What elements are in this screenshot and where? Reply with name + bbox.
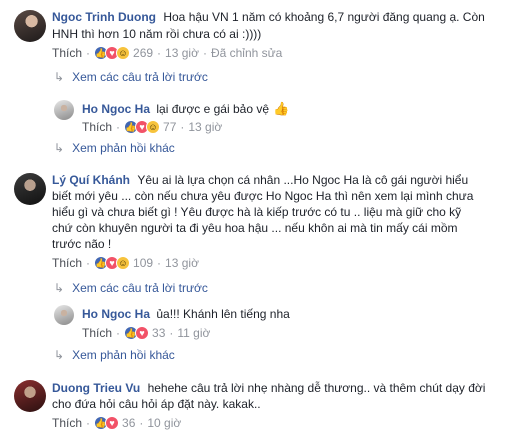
comment-author[interactable]: Ngoc Trinh Duong <box>52 10 156 24</box>
comment-text-line: cho đứa hỏi câu hỏi áp đặt này. kakak.. <box>52 397 261 411</box>
comment-meta: Thích · 👍 ♥ ☺ 269 · 13 giờ · Đã chỉnh sử… <box>52 46 282 60</box>
like-link[interactable]: Thích <box>82 120 112 134</box>
reply-arrow-icon: ↳ <box>54 281 65 295</box>
separator: · <box>157 256 162 270</box>
avatar[interactable] <box>14 10 46 42</box>
comment-text-line: biết mới yêu ... còn nếu chưa yêu được H… <box>52 189 474 203</box>
comment-text-line: chứ còn khuyên người ta đi yêu hoa hậu .… <box>52 221 458 235</box>
separator: · <box>157 46 162 60</box>
separator: · <box>116 326 121 340</box>
comment-meta: Thích · 👍 ♥ ☺ 77 · 13 giờ <box>82 120 222 134</box>
avatar[interactable] <box>54 100 74 120</box>
reply-arrow-icon: ↳ <box>54 348 65 362</box>
separator: · <box>169 326 174 340</box>
love-reaction-icon: ♥ <box>135 326 150 340</box>
reaction-count[interactable]: 36 <box>122 416 135 430</box>
like-link[interactable]: Thích <box>52 416 82 430</box>
separator: · <box>180 120 185 134</box>
reply-arrow-icon: ↳ <box>54 141 65 155</box>
reaction-icons[interactable]: 👍 ♥ ☺ <box>124 120 161 134</box>
comment-text-line: hiểu gì và chưa biết gì ! Yêu được hà là… <box>52 205 462 219</box>
timestamp[interactable]: 13 giờ <box>165 256 199 270</box>
comment-text-line: hehehe câu trả lời nhẹ nhàng dễ thương..… <box>147 381 486 395</box>
timestamp[interactable]: 10 giờ <box>147 416 181 430</box>
comment-author[interactable]: Lý Quí Khánh <box>52 173 130 187</box>
view-previous-replies-label[interactable]: Xem các câu trả lời trước <box>72 281 208 295</box>
view-more-replies-label[interactable]: Xem phản hồi khác <box>72 348 175 362</box>
view-more-replies-label[interactable]: Xem phản hồi khác <box>72 141 175 155</box>
reaction-icons[interactable]: 👍 ♥ ☺ <box>94 46 131 60</box>
reply-arrow-icon: ↳ <box>54 70 65 84</box>
comment-body: Ngoc Trinh Duong Hoa hậu VN 1 năm có kho… <box>52 9 485 25</box>
comment-body: Lý Quí Khánh Yêu ai là lựa chọn cá nhân … <box>52 172 468 188</box>
reaction-icons[interactable]: 👍 ♥ <box>94 416 120 430</box>
avatar[interactable] <box>54 305 74 325</box>
view-previous-replies-label[interactable]: Xem các câu trả lời trước <box>72 70 208 84</box>
thumbs-up-emoji-icon: 👍 <box>273 101 290 116</box>
timestamp[interactable]: 11 giờ <box>177 326 210 340</box>
avatar[interactable] <box>14 173 46 205</box>
like-link[interactable]: Thích <box>52 46 82 60</box>
timestamp[interactable]: 13 giờ <box>188 120 222 134</box>
reaction-count[interactable]: 33 <box>152 326 165 340</box>
comment-text-line: Hoa hậu VN 1 năm có khoảng 6,7 người đăn… <box>163 10 485 24</box>
separator: · <box>202 46 207 60</box>
comment-text-line: trước não ! <box>52 237 112 251</box>
view-previous-replies[interactable]: ↳ Xem các câu trả lời trước <box>54 70 208 84</box>
comment-text-line: Yêu ai là lựa chọn cá nhân ...Ho Ngoc Ha… <box>137 173 469 187</box>
comment-text: lại được e gái bảo vệ <box>156 102 269 116</box>
like-link[interactable]: Thích <box>82 326 112 340</box>
reaction-count[interactable]: 269 <box>133 46 153 60</box>
timestamp[interactable]: 13 giờ <box>165 46 199 60</box>
reaction-count[interactable]: 77 <box>163 120 176 134</box>
view-previous-replies[interactable]: ↳ Xem các câu trả lời trước <box>54 281 208 295</box>
comment-body: Ho Ngoc Ha lại được e gái bảo vệ 👍 <box>82 101 289 117</box>
comment-text-line: HNH thì hơn 10 năm rồi chưa có ai :)))) <box>52 27 262 41</box>
haha-reaction-icon: ☺ <box>116 256 131 270</box>
edited-label[interactable]: Đã chỉnh sửa <box>211 46 282 60</box>
comment-meta: Thích · 👍 ♥ ☺ 109 · 13 giờ <box>52 256 199 270</box>
separator: · <box>139 416 144 430</box>
separator: · <box>86 416 91 430</box>
separator: · <box>86 46 91 60</box>
haha-reaction-icon: ☺ <box>116 46 131 60</box>
comment-author[interactable]: Duong Trieu Vu <box>52 381 140 395</box>
comment-meta: Thích · 👍 ♥ 33 · 11 giờ <box>82 326 210 340</box>
reaction-icons[interactable]: 👍 ♥ <box>124 326 150 340</box>
comment-meta: Thích · 👍 ♥ 36 · 10 giờ <box>52 416 181 430</box>
like-link[interactable]: Thích <box>52 256 82 270</box>
comment-text: ủa!!! Khánh lên tiếng nha <box>156 307 290 321</box>
haha-reaction-icon: ☺ <box>146 120 161 134</box>
comment-body: Ho Ngoc Ha ủa!!! Khánh lên tiếng nha <box>82 306 290 322</box>
view-more-replies[interactable]: ↳ Xem phản hồi khác <box>54 141 175 155</box>
comment-body: Duong Trieu Vu hehehe câu trả lời nhẹ nh… <box>52 380 485 396</box>
comment-author[interactable]: Ho Ngoc Ha <box>82 102 150 116</box>
reaction-icons[interactable]: 👍 ♥ ☺ <box>94 256 131 270</box>
separator: · <box>116 120 121 134</box>
reaction-count[interactable]: 109 <box>133 256 153 270</box>
view-more-replies[interactable]: ↳ Xem phản hồi khác <box>54 348 175 362</box>
avatar[interactable] <box>14 380 46 412</box>
comment-author[interactable]: Ho Ngoc Ha <box>82 307 150 321</box>
separator: · <box>86 256 91 270</box>
love-reaction-icon: ♥ <box>105 416 120 430</box>
